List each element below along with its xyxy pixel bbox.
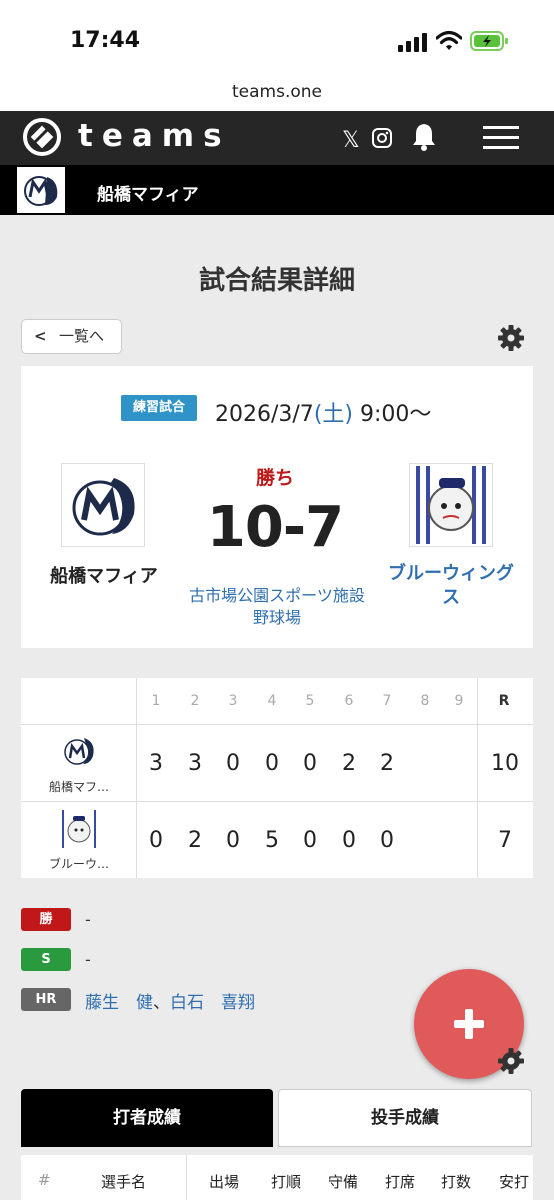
x-icon[interactable]: 𝕏: [342, 128, 360, 153]
inning-score: 0: [380, 828, 394, 853]
home-logo-icon: [72, 478, 135, 536]
game-date: 2026/3/7: [215, 402, 314, 427]
away-logo-icon: [412, 466, 490, 544]
battery-icon: [470, 31, 508, 51]
homerun-player-link[interactable]: 白石 喜翔: [170, 993, 255, 1013]
save-badge: S: [21, 948, 71, 971]
inning-header: 8: [420, 693, 430, 709]
inning-header: 9: [454, 693, 464, 709]
plus-icon: [465, 1009, 473, 1039]
inning-score: 3: [188, 751, 202, 776]
column-header: 選手名: [101, 1173, 147, 1191]
homerun-badge: HR: [21, 988, 71, 1011]
column-header: 安打: [499, 1173, 530, 1191]
home-team-mini-logo: [60, 732, 98, 770]
inning-score: 2: [188, 828, 202, 853]
homerun-player-link[interactable]: 藤生 健: [85, 993, 153, 1013]
winning-pitcher: -: [85, 910, 91, 929]
inning-score: 0: [303, 751, 317, 776]
inning-header: 5: [305, 693, 315, 709]
inning-score: 0: [149, 828, 163, 853]
team-bar: [0, 165, 554, 215]
brand-name[interactable]: teams: [78, 118, 231, 154]
inning-header: 6: [344, 693, 354, 709]
gear-icon[interactable]: [497, 1047, 525, 1075]
tab-batting-stats[interactable]: 打者成績: [21, 1089, 273, 1147]
total-runs: 7: [498, 828, 512, 853]
inning-score: 2: [342, 751, 356, 776]
column-header: 打席: [385, 1173, 416, 1191]
inning-score: 0: [226, 751, 240, 776]
row-divider: [21, 724, 533, 725]
signal-icon: [398, 33, 427, 52]
team-logo-icon: [24, 176, 58, 206]
bell-icon[interactable]: [411, 122, 437, 152]
column-header: 打順: [271, 1173, 302, 1191]
homerun-separator: 、: [153, 993, 170, 1013]
inning-header: 1: [151, 693, 161, 709]
inning-score: 5: [265, 828, 279, 853]
game-dow: 土: [322, 402, 345, 427]
col-divider: [477, 678, 478, 878]
col-divider: [186, 1155, 187, 1200]
venue-link[interactable]: 古市場公園スポーツ施設 野球場: [186, 585, 368, 629]
win-badge: 勝: [21, 908, 71, 931]
home-mini-logo-icon: [64, 738, 94, 765]
team-name[interactable]: 船橋マフィア: [97, 180, 199, 205]
status-time: 17:44: [70, 28, 141, 53]
home-team-name[interactable]: 船橋マフィア: [34, 562, 174, 588]
save-pitcher: -: [85, 950, 91, 969]
inning-score: 0: [265, 751, 279, 776]
column-header: 出場: [209, 1173, 240, 1191]
away-team-name[interactable]: ブルーウィングス: [386, 562, 516, 610]
away-team-logo[interactable]: [409, 463, 493, 547]
url-text: teams.one: [232, 82, 322, 102]
runs-header: R: [498, 693, 510, 709]
game-datetime: 2026/3/7(土) 9:00〜: [215, 396, 431, 428]
wifi-icon: [436, 30, 462, 50]
inning-header: 7: [382, 693, 392, 709]
inning-score: 0: [226, 828, 240, 853]
scoreboard-team-name: 船橋マフ…: [48, 780, 109, 794]
tab-pitching-stats[interactable]: 投手成績: [278, 1089, 532, 1147]
total-runs: 10: [491, 751, 519, 776]
inning-score: 0: [342, 828, 356, 853]
game-start-time: 9:00〜: [353, 402, 432, 427]
gear-icon[interactable]: [497, 324, 525, 352]
homerun-list: 藤生 健、白石 喜翔: [85, 988, 255, 1013]
inning-header: 4: [267, 693, 277, 709]
inning-score: 2: [380, 751, 394, 776]
row-divider: [21, 801, 533, 802]
inning-score: 0: [303, 828, 317, 853]
game-type-badge: 練習試合: [121, 395, 197, 421]
chevron-left-icon: <: [34, 327, 47, 345]
inning-score: 3: [149, 751, 163, 776]
team-logo[interactable]: [17, 167, 65, 213]
inning-header: 2: [190, 693, 200, 709]
col-divider: [136, 678, 137, 878]
dow-close: ): [344, 402, 354, 427]
back-to-list-button[interactable]: < 一覧へ: [21, 319, 122, 354]
inning-header: 3: [228, 693, 238, 709]
home-team-logo[interactable]: [61, 463, 145, 547]
page-title: 試合結果詳細: [198, 266, 355, 296]
game-result: 勝ち: [255, 467, 294, 489]
back-button-label: 一覧へ: [59, 327, 105, 345]
final-score: 10-7: [206, 495, 344, 560]
away-team-mini-logo: [60, 810, 98, 848]
away-mini-logo-icon: [60, 810, 98, 848]
instagram-icon[interactable]: [371, 127, 393, 149]
scoreboard-team-name: ブルーウ…: [48, 857, 109, 871]
url-bar[interactable]: teams.one: [0, 82, 554, 112]
column-header: #: [38, 1171, 51, 1189]
column-header: 守備: [328, 1173, 359, 1191]
column-header: 打数: [441, 1173, 472, 1191]
logo-icon[interactable]: [20, 115, 64, 159]
menu-icon[interactable]: [483, 126, 519, 150]
